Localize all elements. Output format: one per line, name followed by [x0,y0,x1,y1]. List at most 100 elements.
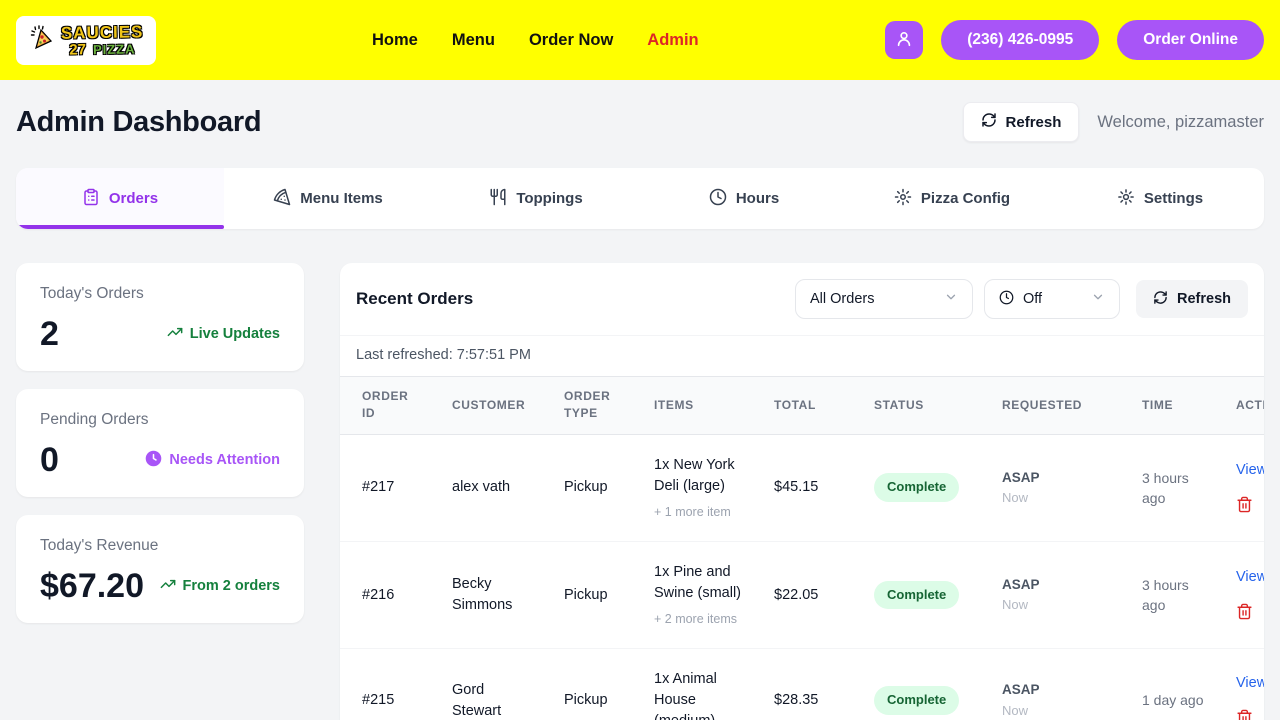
nav-admin[interactable]: Admin [647,31,698,50]
nav-order-now[interactable]: Order Now [529,31,613,50]
order-items-more: + 1 more item [654,503,742,521]
view-order-link[interactable]: View [1236,567,1264,588]
order-id: #216 [340,541,436,648]
order-requested: ASAP Now [986,434,1126,541]
order-customer: Gord Stewart [436,649,548,720]
recent-orders-header: Recent Orders All Orders Off [340,263,1264,335]
order-items: 1x New York Deli (large) + 1 more item [638,434,758,541]
trending-up-icon [160,576,176,596]
order-total: $45.15 [758,434,858,541]
stat-label: Pending Orders [40,411,280,429]
clock-icon [999,290,1014,309]
tab-hours[interactable]: Hours [640,168,848,229]
col-items: ITEMS [638,377,758,434]
dashboard-content: Today's Orders 2 Live Updates Pending Or… [0,229,1280,720]
order-filter-select[interactable]: All Orders [795,279,973,319]
nav-home[interactable]: Home [372,31,418,50]
stat-value: 2 [40,317,59,351]
stat-label: Today's Orders [40,285,280,303]
main-nav: Home Menu Order Now Admin [372,0,699,80]
stat-note: Needs Attention [145,450,280,471]
user-account-button[interactable] [885,21,923,59]
recent-orders-panel: Recent Orders All Orders Off [340,263,1264,720]
brand-word-bottom: PIZZA [93,42,136,56]
orders-table-header-row: ORDER ID CUSTOMER ORDER TYPE ITEMS TOTAL… [340,377,1264,434]
col-time: TIME [1126,377,1220,434]
refresh-icon [981,112,997,132]
orders-refresh-label: Refresh [1177,291,1231,307]
col-customer: CUSTOMER [436,377,548,434]
trash-icon [1236,608,1253,623]
brand-logo[interactable]: SAUCIES 27 PIZZA [16,16,156,65]
stat-label: Today's Revenue [40,537,280,555]
brand-word-top: SAUCIES [60,23,143,41]
order-time: 3 hours ago [1126,541,1220,648]
stats-sidebar: Today's Orders 2 Live Updates Pending Or… [16,263,304,623]
chevron-down-icon [1091,290,1105,308]
header-actions: (236) 426-0995 Order Online [885,20,1264,60]
delete-order-button[interactable] [1236,709,1253,720]
order-items-more: + 2 more items [654,610,742,628]
order-actions: View [1236,460,1264,516]
order-row: #215 Gord Stewart Pickup 1x Animal House… [340,649,1264,720]
trash-icon [1236,714,1253,720]
order-requested: ASAP Now [986,541,1126,648]
view-order-link[interactable]: View [1236,460,1264,481]
order-row: #217 alex vath Pickup 1x New York Deli (… [340,434,1264,541]
orders-table: ORDER ID CUSTOMER ORDER TYPE ITEMS TOTAL… [340,377,1264,720]
tab-toppings-label: Toppings [516,190,582,207]
col-status: STATUS [858,377,986,434]
pizza-slice-logo-icon [29,24,57,57]
order-items: 1x Animal House (medium) [638,649,758,720]
order-online-button[interactable]: Order Online [1117,20,1264,60]
order-row: #216 Becky Simmons Pickup 1x Pine and Sw… [340,541,1264,648]
last-refreshed-text: Last refreshed: 7:57:51 PM [340,335,1264,377]
tab-settings[interactable]: Settings [1056,168,1264,229]
order-customer: Becky Simmons [436,541,548,648]
tab-settings-label: Settings [1144,190,1203,207]
page-title: Admin Dashboard [16,106,261,139]
gear-icon [894,188,912,210]
status-badge: Complete [874,581,959,610]
delete-order-button[interactable] [1236,496,1253,516]
utensils-icon [489,188,507,210]
page-header: Admin Dashboard Refresh Welcome, pizzama… [0,80,1280,168]
tab-menu-items-label: Menu Items [300,190,383,207]
stat-card-todays-revenue: Today's Revenue $67.20 From 2 orders [16,515,304,623]
admin-tab-bar: Orders Menu Items Toppings Hours [16,168,1264,229]
tab-menu-items[interactable]: Menu Items [224,168,432,229]
tab-orders-label: Orders [109,190,158,207]
col-order-id: ORDER ID [340,377,436,434]
refresh-icon [1153,290,1168,309]
order-type: Pickup [548,434,638,541]
user-icon [894,29,914,52]
auto-refresh-value: Off [1023,291,1042,307]
order-actions: View [1236,567,1264,623]
col-order-type: ORDER TYPE [548,377,638,434]
tab-pizza-config[interactable]: Pizza Config [848,168,1056,229]
tab-orders[interactable]: Orders [16,168,224,229]
nav-menu[interactable]: Menu [452,31,495,50]
trending-up-icon [167,324,183,344]
page-refresh-button[interactable]: Refresh [963,102,1080,142]
orders-refresh-button[interactable]: Refresh [1136,280,1248,318]
clock-badge-icon [145,450,162,471]
delete-order-button[interactable] [1236,603,1253,623]
auto-refresh-select[interactable]: Off [984,279,1120,319]
welcome-text: Welcome, pizzamaster [1097,113,1264,132]
status-badge: Complete [874,473,959,502]
stat-card-todays-orders: Today's Orders 2 Live Updates [16,263,304,371]
stat-card-pending-orders: Pending Orders 0 Needs Attention [16,389,304,497]
top-bar: SAUCIES 27 PIZZA Home Menu Order Now Adm… [0,0,1280,80]
order-total: $22.05 [758,541,858,648]
col-total: TOTAL [758,377,858,434]
order-filter-value: All Orders [810,291,874,307]
view-order-link[interactable]: View [1236,673,1264,694]
brand-word-num: 27 [69,42,86,57]
clipboard-icon [82,188,100,210]
clock-icon [709,188,727,210]
phone-number-button[interactable]: (236) 426-0995 [941,20,1099,60]
order-total: $28.35 [758,649,858,720]
stat-note: Live Updates [167,324,280,344]
tab-toppings[interactable]: Toppings [432,168,640,229]
